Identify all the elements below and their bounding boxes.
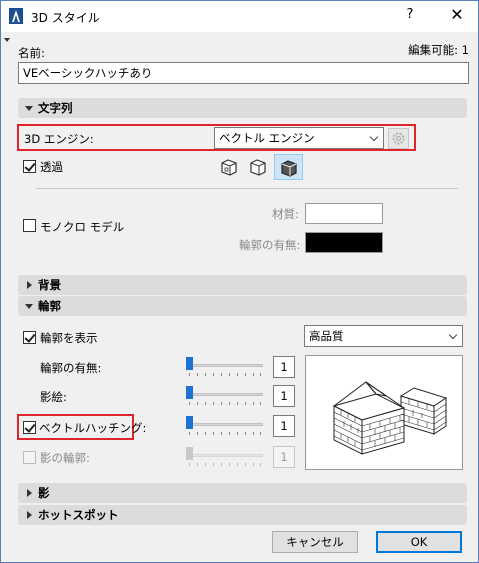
mono-outline-label: 輪郭の有無: bbox=[239, 238, 301, 252]
section-string-label: 文字列 bbox=[38, 101, 73, 115]
archicad-logo-icon bbox=[9, 8, 23, 24]
contour-slider-thumb[interactable] bbox=[186, 357, 193, 370]
name-input[interactable]: VEベーシックハッチあり bbox=[18, 62, 469, 84]
vector-hatch-slider-track[interactable] bbox=[186, 423, 263, 426]
material-color-swatch[interactable] bbox=[305, 203, 383, 224]
contour-slider-ticks bbox=[189, 373, 261, 377]
collapse-arrow-icon[interactable] bbox=[4, 38, 10, 42]
collapsed-triangle-icon bbox=[27, 489, 32, 497]
material-label: 材質: bbox=[272, 207, 299, 221]
contour-value-input[interactable]: 1 bbox=[273, 356, 295, 378]
contour-slider-track[interactable] bbox=[186, 364, 263, 367]
quality-select-value: 高品質 bbox=[309, 329, 344, 343]
editable-count: 編集可能: 1 bbox=[408, 43, 469, 57]
section-shadow-label: 影 bbox=[38, 486, 50, 500]
section-hotspot-label: ホットスポット bbox=[38, 508, 119, 522]
section-outline-header[interactable]: 輪郭 bbox=[18, 296, 467, 316]
transparent-label: 透過 bbox=[40, 160, 63, 174]
name-label: 名前: bbox=[18, 46, 45, 60]
engine-label: 3D エンジン: bbox=[24, 132, 94, 146]
vector-hatch-slider-ticks bbox=[189, 432, 261, 436]
shading-slider-thumb[interactable] bbox=[186, 386, 193, 399]
vector-hatch-value-input[interactable]: 1 bbox=[273, 415, 295, 437]
section-shadow-header[interactable]: 影 bbox=[18, 483, 467, 503]
transparency-mode-3-selected[interactable] bbox=[274, 154, 303, 180]
section-background-label: 背景 bbox=[38, 278, 61, 292]
shading-value-input[interactable]: 1 bbox=[273, 385, 295, 407]
section-hotspot-header[interactable]: ホットスポット bbox=[18, 505, 467, 525]
shadow-outline-label: 影の輪郭: bbox=[40, 451, 90, 465]
outline-color-swatch[interactable] bbox=[305, 232, 383, 253]
collapsed-triangle-icon bbox=[27, 511, 32, 519]
transparent-checkbox[interactable] bbox=[23, 160, 36, 173]
collapsed-triangle-icon bbox=[27, 281, 32, 289]
shading-slider-track[interactable] bbox=[186, 393, 263, 396]
shadow-outline-checkbox[interactable] bbox=[23, 451, 36, 464]
section-string-header[interactable]: 文字列 bbox=[18, 98, 467, 118]
engine-select-value: ベクトル エンジン bbox=[219, 131, 315, 145]
shading-label: 影絵: bbox=[40, 390, 67, 404]
help-button[interactable]: ? bbox=[397, 7, 423, 27]
section-outline-label: 輪郭 bbox=[38, 299, 61, 313]
show-outline-label: 輪郭を表示 bbox=[40, 331, 98, 345]
shadow-outline-slider-track[interactable] bbox=[186, 454, 263, 457]
close-button[interactable]: ✕ bbox=[442, 5, 472, 27]
vector-hatch-checkbox[interactable] bbox=[23, 421, 36, 434]
transparency-mode-2-icon[interactable] bbox=[247, 156, 269, 178]
shadow-outline-value-input[interactable]: 1 bbox=[273, 446, 295, 468]
quality-select[interactable]: 高品質 bbox=[304, 325, 463, 347]
outline-preview bbox=[305, 355, 463, 470]
expanded-triangle-icon bbox=[25, 304, 33, 309]
shadow-outline-slider-thumb[interactable] bbox=[186, 447, 193, 460]
dialog-window: 3D スタイル ? ✕ 名前: 編集可能: 1 VEベーシックハッチあり 文字列… bbox=[0, 0, 479, 563]
transparency-mode-1-icon[interactable] bbox=[218, 156, 240, 178]
vector-hatch-label: ベクトルハッチング: bbox=[39, 421, 147, 435]
cancel-button[interactable]: キャンセル bbox=[272, 531, 358, 553]
monochrome-checkbox[interactable] bbox=[23, 219, 36, 232]
window-title: 3D スタイル bbox=[31, 11, 100, 25]
section-background-header[interactable]: 背景 bbox=[18, 275, 467, 295]
vector-hatch-slider-thumb[interactable] bbox=[186, 416, 193, 429]
title-bar: 3D スタイル ? ✕ bbox=[1, 1, 478, 32]
engine-select[interactable]: ベクトル エンジン bbox=[214, 127, 384, 149]
contour-label: 輪郭の有無: bbox=[40, 361, 102, 375]
gear-icon bbox=[392, 132, 405, 145]
name-input-value: VEベーシックハッチあり bbox=[23, 66, 153, 80]
engine-settings-button[interactable] bbox=[388, 128, 409, 149]
chevron-down-icon bbox=[369, 132, 379, 142]
chevron-down-icon bbox=[448, 330, 458, 340]
shading-slider-ticks bbox=[189, 402, 261, 406]
divider bbox=[36, 188, 458, 189]
transparency-mode-3-icon bbox=[281, 160, 297, 177]
show-outline-checkbox[interactable] bbox=[23, 331, 36, 344]
brick-house-preview-image bbox=[332, 381, 448, 455]
monochrome-label: モノクロ モデル bbox=[40, 220, 125, 234]
ok-button[interactable]: OK bbox=[376, 531, 462, 553]
expanded-triangle-icon bbox=[25, 106, 33, 111]
shadow-outline-slider-ticks bbox=[189, 463, 261, 467]
